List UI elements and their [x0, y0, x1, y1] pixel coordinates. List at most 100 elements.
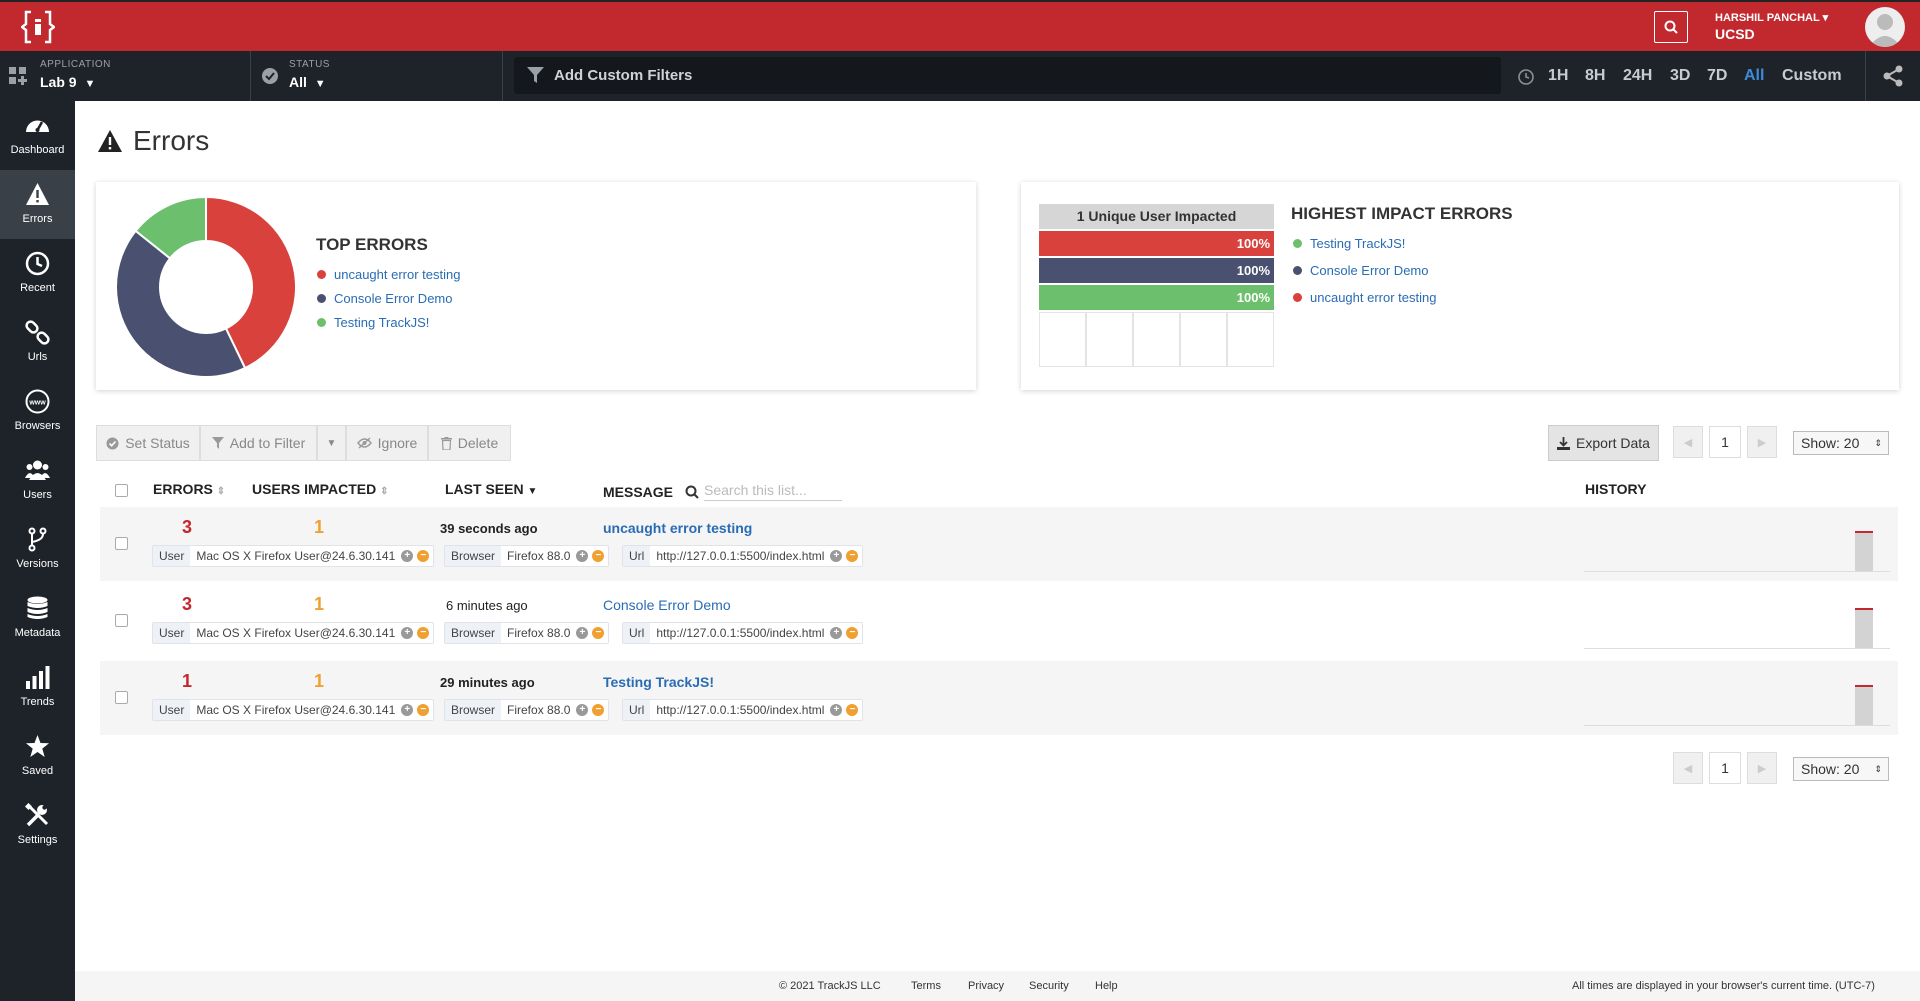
sidebar-item-dashboard[interactable]: Dashboard	[0, 101, 75, 170]
donut-slice[interactable]	[115, 229, 247, 378]
legend-item[interactable]: Console Error Demo	[317, 291, 453, 306]
trackjs-logo[interactable]	[0, 2, 75, 51]
time-range-custom[interactable]: Custom	[1782, 67, 1842, 85]
add-filter-icon[interactable]: +	[401, 550, 414, 562]
show-count-select[interactable]: Show: 20 ⇕	[1793, 431, 1889, 455]
remove-filter-icon[interactable]: −	[417, 627, 430, 639]
url-tag: Url http://127.0.0.1:5500/index.html + −	[622, 545, 864, 567]
remove-filter-icon[interactable]: −	[592, 627, 605, 639]
ignore-button[interactable]: Ignore	[346, 425, 428, 461]
add-filter-icon[interactable]: +	[830, 550, 843, 562]
legend-item[interactable]: uncaught error testing	[317, 267, 460, 282]
time-range-all[interactable]: All	[1744, 67, 1764, 85]
error-message-link[interactable]: uncaught error testing	[603, 520, 752, 536]
history-sparkline	[1584, 682, 1890, 726]
prev-page-button[interactable]: ◀	[1673, 752, 1703, 784]
add-filter-icon[interactable]: +	[576, 550, 589, 562]
sidebar-item-trends[interactable]: Trends	[0, 653, 75, 722]
sidebar-item-recent[interactable]: Recent	[0, 239, 75, 308]
table-row[interactable]: 3 1 6 minutes ago Console Error Demo Use…	[100, 584, 1898, 658]
error-message-link[interactable]: Console Error Demo	[603, 597, 731, 613]
sidebar-item-metadata[interactable]: Metadata	[0, 584, 75, 653]
footer: © 2021 TrackJS LLC Terms Privacy Securit…	[75, 971, 1920, 1001]
grid-cell	[1133, 312, 1180, 367]
user-menu[interactable]: HARSHIL PANCHAL ▾	[1715, 11, 1828, 24]
select-all-checkbox[interactable]	[115, 484, 128, 497]
legend-item[interactable]: uncaught error testing	[1293, 290, 1436, 305]
remove-filter-icon[interactable]: −	[417, 550, 430, 562]
search-list-input[interactable]: Search this list...	[704, 482, 842, 501]
row-checkbox[interactable]	[115, 614, 128, 627]
time-range-8h[interactable]: 8H	[1585, 67, 1605, 85]
application-selector[interactable]: APPLICATION Lab 9 ▼	[0, 51, 250, 101]
tag-key: User	[153, 623, 191, 643]
security-link[interactable]: Security	[1029, 980, 1069, 992]
set-status-button[interactable]: Set Status	[96, 425, 200, 461]
column-header-users-impacted[interactable]: USERS IMPACTED ⇕	[252, 481, 388, 497]
sidebar-item-saved[interactable]: Saved	[0, 722, 75, 791]
clock-icon	[25, 251, 50, 276]
share-icon[interactable]	[1882, 65, 1904, 87]
table-row[interactable]: 1 1 29 minutes ago Testing TrackJS! User…	[100, 661, 1898, 735]
page-number-input[interactable]: 1	[1709, 426, 1741, 458]
table-row[interactable]: 3 1 39 seconds ago uncaught error testin…	[100, 507, 1898, 581]
set-status-label: Set Status	[125, 435, 190, 451]
history-bar	[1855, 608, 1873, 648]
next-page-button[interactable]: ▶	[1747, 426, 1777, 458]
show-count-select[interactable]: Show: 20 ⇕	[1793, 757, 1889, 781]
status-selector[interactable]: STATUS All ▼	[251, 51, 501, 101]
column-header-errors[interactable]: ERRORS ⇕	[153, 481, 225, 497]
tag-value: http://127.0.0.1:5500/index.html	[656, 703, 825, 717]
remove-filter-icon[interactable]: −	[417, 704, 430, 716]
privacy-link[interactable]: Privacy	[968, 980, 1004, 992]
terms-link[interactable]: Terms	[911, 980, 941, 992]
users-count: 1	[314, 517, 325, 537]
column-header-last-seen[interactable]: LAST SEEN ▼	[445, 481, 537, 497]
sidebar-item-urls[interactable]: Urls	[0, 308, 75, 377]
time-range-7d[interactable]: 7D	[1707, 67, 1727, 85]
error-message-link[interactable]: Testing TrackJS!	[603, 674, 714, 690]
add-to-filter-dropdown[interactable]: ▼	[317, 425, 346, 461]
row-checkbox[interactable]	[115, 691, 128, 704]
remove-filter-icon[interactable]: −	[846, 704, 859, 716]
sidebar-item-users[interactable]: Users	[0, 446, 75, 515]
time-range-24h[interactable]: 24H	[1623, 67, 1652, 85]
tag-key: Url	[623, 546, 651, 566]
add-filter-icon[interactable]: +	[401, 627, 414, 639]
legend-item[interactable]: Console Error Demo	[1293, 263, 1429, 278]
remove-filter-icon[interactable]: −	[592, 704, 605, 716]
time-range-3d[interactable]: 3D	[1670, 67, 1690, 85]
globe-icon: www	[25, 389, 50, 414]
add-filter-icon[interactable]: +	[576, 704, 589, 716]
show-count-value: Show: 20	[1801, 435, 1860, 451]
legend-item[interactable]: Testing TrackJS!	[317, 315, 429, 330]
row-checkbox[interactable]	[115, 537, 128, 550]
sidebar-item-errors[interactable]: Errors	[0, 170, 75, 239]
help-link[interactable]: Help	[1095, 980, 1118, 992]
custom-filter-input[interactable]: Add Custom Filters	[514, 57, 1501, 94]
delete-button[interactable]: Delete	[428, 425, 511, 461]
star-icon	[26, 735, 49, 757]
remove-filter-icon[interactable]: −	[846, 550, 859, 562]
add-to-filter-button[interactable]: Add to Filter	[200, 425, 317, 461]
page-number-input[interactable]: 1	[1709, 752, 1741, 784]
add-filter-icon[interactable]: +	[830, 627, 843, 639]
last-seen: 39 seconds ago	[440, 521, 538, 536]
application-label: APPLICATION	[40, 59, 111, 70]
next-page-button[interactable]: ▶	[1747, 752, 1777, 784]
add-filter-icon[interactable]: +	[576, 627, 589, 639]
add-filter-icon[interactable]: +	[830, 704, 843, 716]
search-button[interactable]	[1654, 11, 1688, 43]
avatar[interactable]	[1865, 7, 1905, 47]
remove-filter-icon[interactable]: −	[592, 550, 605, 562]
prev-page-button[interactable]: ◀	[1673, 426, 1703, 458]
sidebar-item-browsers[interactable]: www Browsers	[0, 377, 75, 446]
export-data-button[interactable]: Export Data	[1548, 425, 1659, 461]
sidebar-item-settings[interactable]: Settings	[0, 791, 75, 860]
add-filter-icon[interactable]: +	[401, 704, 414, 716]
tag-key: Browser	[445, 546, 502, 566]
legend-item[interactable]: Testing TrackJS!	[1293, 236, 1405, 251]
remove-filter-icon[interactable]: −	[846, 627, 859, 639]
sidebar-item-versions[interactable]: Versions	[0, 515, 75, 584]
time-range-1h[interactable]: 1H	[1548, 67, 1568, 85]
